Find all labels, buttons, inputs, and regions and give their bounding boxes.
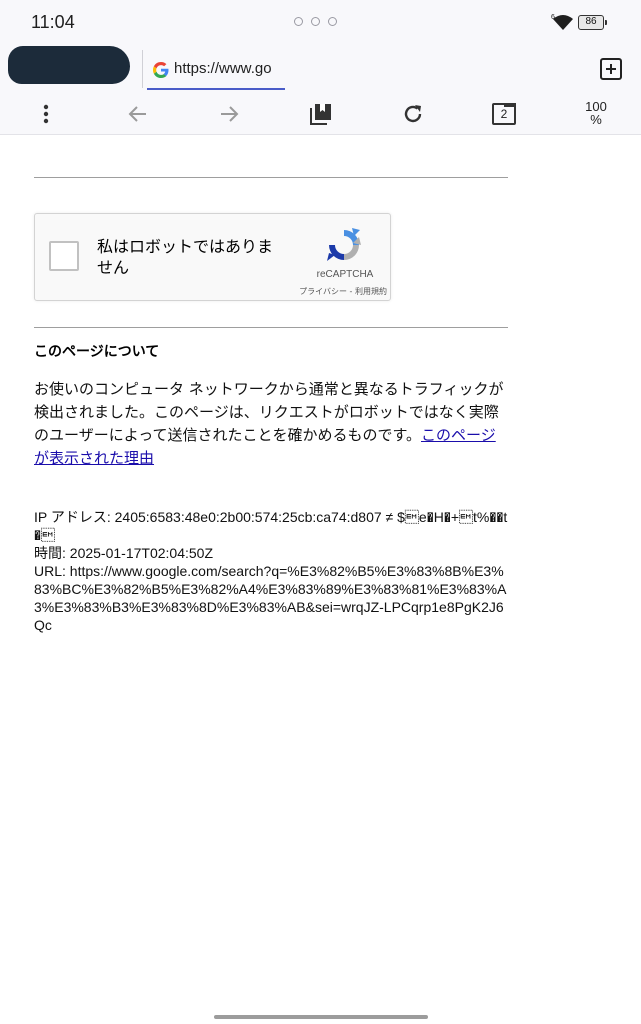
- zoom-unit: %: [590, 112, 602, 127]
- terms-link[interactable]: 利用規約: [355, 287, 387, 296]
- google-g-icon: [153, 62, 169, 78]
- request-time: 時間: 2025-01-17T02:04:50Z: [34, 545, 213, 561]
- link-separator: -: [347, 287, 355, 296]
- status-bar: 11:04 6 86: [0, 0, 641, 44]
- about-text: お使いのコンピュータ ネットワークから通常と異なるトラフィックが検出されました。…: [34, 378, 508, 470]
- menu-kebab-icon[interactable]: [34, 102, 58, 126]
- redacted-profile: [8, 46, 130, 84]
- window-dot-icon: [294, 17, 303, 26]
- new-tab-icon[interactable]: [600, 58, 622, 80]
- recaptcha-label: 私はロボットではありません: [97, 237, 274, 277]
- divider: [34, 327, 508, 328]
- forward-arrow-icon[interactable]: [217, 102, 241, 126]
- reload-icon[interactable]: [401, 102, 425, 126]
- window-dot-icon: [328, 17, 337, 26]
- about-heading: このページについて: [34, 344, 160, 360]
- battery-icon: 86: [578, 15, 607, 30]
- browser-toolbar: 2 100 %: [0, 94, 641, 135]
- back-arrow-icon[interactable]: [126, 102, 150, 126]
- recaptcha-brand: reCAPTCHA: [316, 269, 374, 280]
- status-time: 11:04: [31, 12, 75, 32]
- recaptcha-widget: 私はロボットではありません reCAPTCHA プライバシー - 利用規約: [34, 213, 391, 301]
- gesture-nav-handle[interactable]: [214, 1015, 428, 1019]
- battery-level: 86: [585, 16, 597, 27]
- bookmarks-icon[interactable]: [309, 102, 333, 126]
- tab-count: 2: [500, 107, 508, 121]
- browser-tab-bar: https://www.go: [0, 44, 641, 94]
- request-info: IP アドレス: 2405:6583:48e0:2b00:574:25cb:ca…: [34, 508, 508, 634]
- recaptcha-logo-icon: [327, 228, 361, 261]
- divider: [34, 177, 508, 178]
- wifi-icon: 6: [551, 14, 573, 30]
- recaptcha-checkbox[interactable]: [49, 241, 79, 271]
- request-url: URL: https://www.google.com/search?q=%E3…: [34, 563, 507, 633]
- tab-switcher-button[interactable]: 2: [492, 103, 516, 125]
- ip-address: IP アドレス: 2405:6583:48e0:2b00:574:25cb:ca…: [34, 509, 508, 543]
- active-tab[interactable]: https://www.go: [147, 52, 285, 90]
- window-dot-icon: [311, 17, 320, 26]
- wifi-badge: 6: [551, 14, 555, 21]
- multi-window-indicator[interactable]: [294, 17, 337, 26]
- tab-divider: [142, 50, 143, 88]
- zoom-button[interactable]: 100 %: [577, 100, 615, 126]
- recaptcha-links: プライバシー - 利用規約: [267, 286, 387, 297]
- tab-url: https://www.go: [174, 60, 272, 77]
- privacy-link[interactable]: プライバシー: [299, 287, 347, 296]
